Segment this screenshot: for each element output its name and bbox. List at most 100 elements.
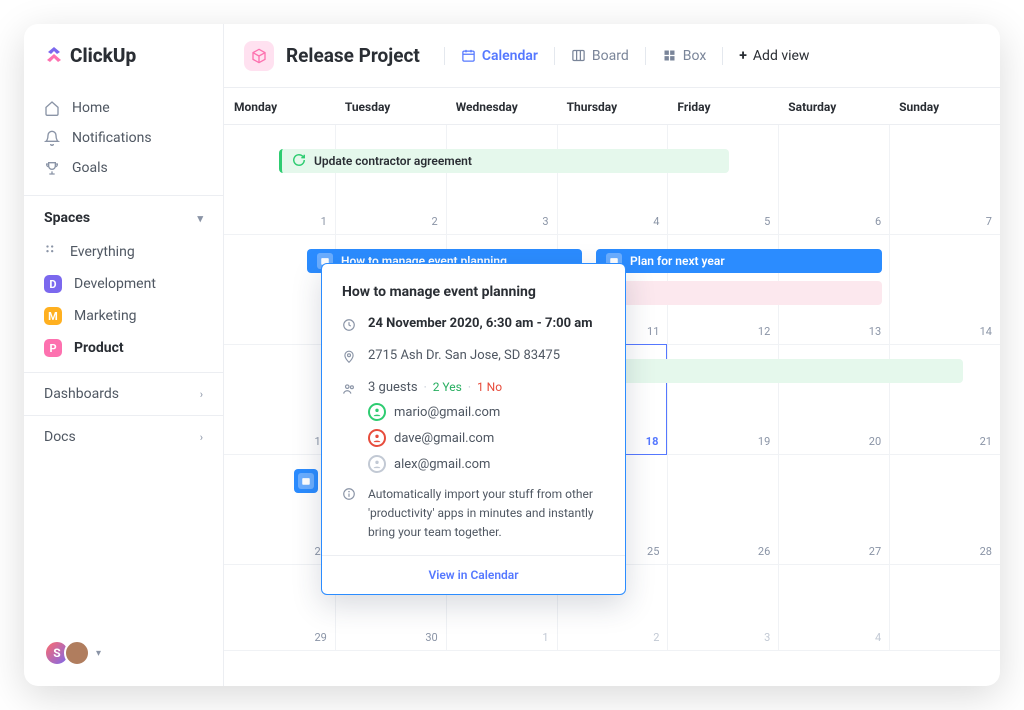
brand-logo[interactable]: ClickUp <box>24 44 223 87</box>
view-label: Box <box>683 48 707 64</box>
cube-icon <box>244 41 274 71</box>
calendar-cell[interactable]: 15 <box>224 345 335 454</box>
calendar-cell[interactable]: 14 <box>889 235 1000 344</box>
chevron-right-icon: › <box>200 388 203 401</box>
event-stub[interactable] <box>294 469 318 493</box>
calendar-header-row: Monday Tuesday Wednesday Thursday Friday… <box>224 88 1000 125</box>
day-number: 1 <box>542 631 548 644</box>
day-number: 12 <box>758 325 770 338</box>
chevron-down-icon: ▾ <box>197 212 203 225</box>
trophy-icon <box>44 160 60 176</box>
calendar-cell[interactable]: 27 <box>778 455 889 564</box>
nav-goals[interactable]: Goals <box>24 153 223 183</box>
day-number: 19 <box>758 435 770 448</box>
section-dashboards[interactable]: Dashboards › <box>24 372 223 415</box>
space-everything[interactable]: Everything <box>24 236 223 268</box>
calendar-cell[interactable]: 2 <box>335 125 446 234</box>
guest-avatar-icon <box>368 429 386 447</box>
day-number: 14 <box>980 325 992 338</box>
user-switcher[interactable]: S ▾ <box>44 640 101 666</box>
space-product[interactable]: P Product <box>24 332 223 364</box>
day-number: 27 <box>869 545 881 558</box>
space-development[interactable]: D Development <box>24 268 223 300</box>
view-box[interactable]: Box <box>652 42 717 70</box>
view-tabs: Calendar Board Box + Add view <box>442 42 820 70</box>
project-title[interactable]: Release Project <box>244 41 420 71</box>
calendar-cell[interactable]: 28 <box>889 455 1000 564</box>
guest-avatar-icon <box>368 403 386 421</box>
refresh-icon <box>292 153 306 170</box>
app-window: ClickUp Home Notifications Goals <box>24 24 1000 686</box>
home-icon <box>44 100 60 116</box>
add-view-button[interactable]: + Add view <box>729 42 819 70</box>
guest-email: alex@gmail.com <box>394 457 490 472</box>
calendar-cell[interactable]: 1 <box>224 125 335 234</box>
view-label: Add view <box>753 48 810 64</box>
day-header: Saturday <box>778 88 889 124</box>
day-number: 29 <box>314 631 326 644</box>
calendar-cell[interactable]: 5 <box>667 125 778 234</box>
view-calendar[interactable]: Calendar <box>451 42 548 70</box>
day-number: 2 <box>653 631 659 644</box>
view-board[interactable]: Board <box>561 42 639 70</box>
section-label: Dashboards <box>44 386 119 402</box>
guest-email: mario@gmail.com <box>394 405 500 420</box>
day-number: 20 <box>869 435 881 448</box>
calendar-cell[interactable]: 3 <box>667 565 778 650</box>
view-in-calendar-button[interactable]: View in Calendar <box>322 555 625 594</box>
day-header: Sunday <box>889 88 1000 124</box>
calendar-cell[interactable]: 26 <box>667 455 778 564</box>
calendar-cell[interactable] <box>889 565 1000 650</box>
calendar-cell[interactable]: 7 <box>889 125 1000 234</box>
event-popover: How to manage event planning 24 November… <box>321 263 626 595</box>
guest-list: mario@gmail.com dave@gmail.com alex@gmai… <box>368 403 605 473</box>
nav-notifications[interactable]: Notifications <box>24 123 223 153</box>
calendar-cell[interactable]: 22 <box>224 455 335 564</box>
popover-datetime-row: 24 November 2020, 6:30 am - 7:00 am <box>342 316 605 336</box>
day-number: 26 <box>758 545 770 558</box>
space-badge: D <box>44 275 62 293</box>
divider <box>645 47 646 65</box>
event-update-contract[interactable]: Update contractor agreement <box>279 149 729 173</box>
guest-item[interactable]: dave@gmail.com <box>368 429 605 447</box>
space-marketing[interactable]: M Marketing <box>24 300 223 332</box>
guest-item[interactable]: mario@gmail.com <box>368 403 605 421</box>
day-number: 2 <box>432 215 438 228</box>
calendar-cell[interactable]: 4 <box>557 125 668 234</box>
event-label: Update contractor agreement <box>314 154 472 168</box>
divider <box>722 47 723 65</box>
nav-label: Notifications <box>72 130 152 146</box>
grid-icon <box>44 243 58 261</box>
guests-count: 3 guests <box>368 380 418 395</box>
info-icon <box>342 487 356 505</box>
calendar-cell[interactable]: 6 <box>778 125 889 234</box>
space-badge: P <box>44 339 62 357</box>
primary-nav: Home Notifications Goals <box>24 87 223 189</box>
spaces-header[interactable]: Spaces ▾ <box>24 195 223 236</box>
calendar-icon <box>298 473 314 489</box>
popover-guests-row: 3 guests · 2 Yes · 1 No mario@gmail.com <box>342 380 605 473</box>
event-pink[interactable] <box>618 281 882 305</box>
event-green-stripe[interactable] <box>618 359 963 383</box>
day-number: 28 <box>980 545 992 558</box>
section-docs[interactable]: Docs › <box>24 415 223 458</box>
calendar-cell[interactable]: 4 <box>778 565 889 650</box>
popover-description: Automatically import your stuff from oth… <box>368 485 605 543</box>
view-label: Board <box>592 48 629 64</box>
event-next-year[interactable]: Plan for next year <box>596 249 882 273</box>
day-number: 1 <box>321 215 327 228</box>
clock-icon <box>342 318 356 336</box>
calendar-cell[interactable]: 3 <box>446 125 557 234</box>
spaces-title: Spaces <box>44 210 90 226</box>
day-number: 13 <box>869 325 881 338</box>
guest-item[interactable]: alex@gmail.com <box>368 455 605 473</box>
popover-location: 2715 Ash Dr. San Jose, SD 83475 <box>368 348 560 363</box>
brand-name: ClickUp <box>70 44 136 67</box>
guest-avatar-icon <box>368 455 386 473</box>
nav-label: Home <box>72 100 110 116</box>
nav-home[interactable]: Home <box>24 93 223 123</box>
divider <box>554 47 555 65</box>
day-header: Friday <box>667 88 778 124</box>
calendar-cell[interactable]: 29 <box>224 565 335 650</box>
clickup-logo-icon <box>44 47 64 65</box>
